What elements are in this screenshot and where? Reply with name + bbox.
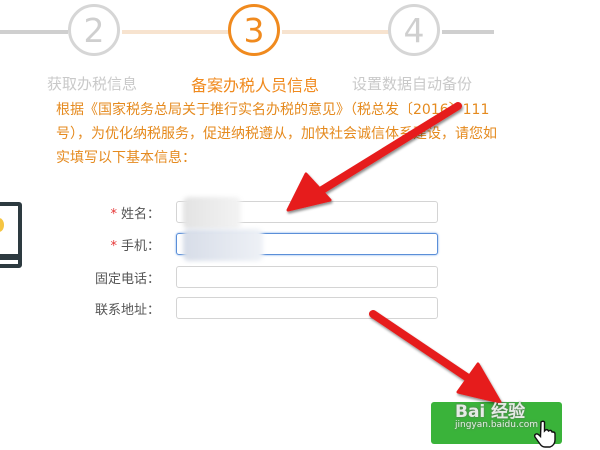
baidu-jingyan-watermark: Bai 经验 jingyan.baidu.com [455, 402, 539, 430]
hand-pointer-cursor-icon [534, 420, 556, 448]
arrow-annotation-icon [286, 102, 502, 404]
